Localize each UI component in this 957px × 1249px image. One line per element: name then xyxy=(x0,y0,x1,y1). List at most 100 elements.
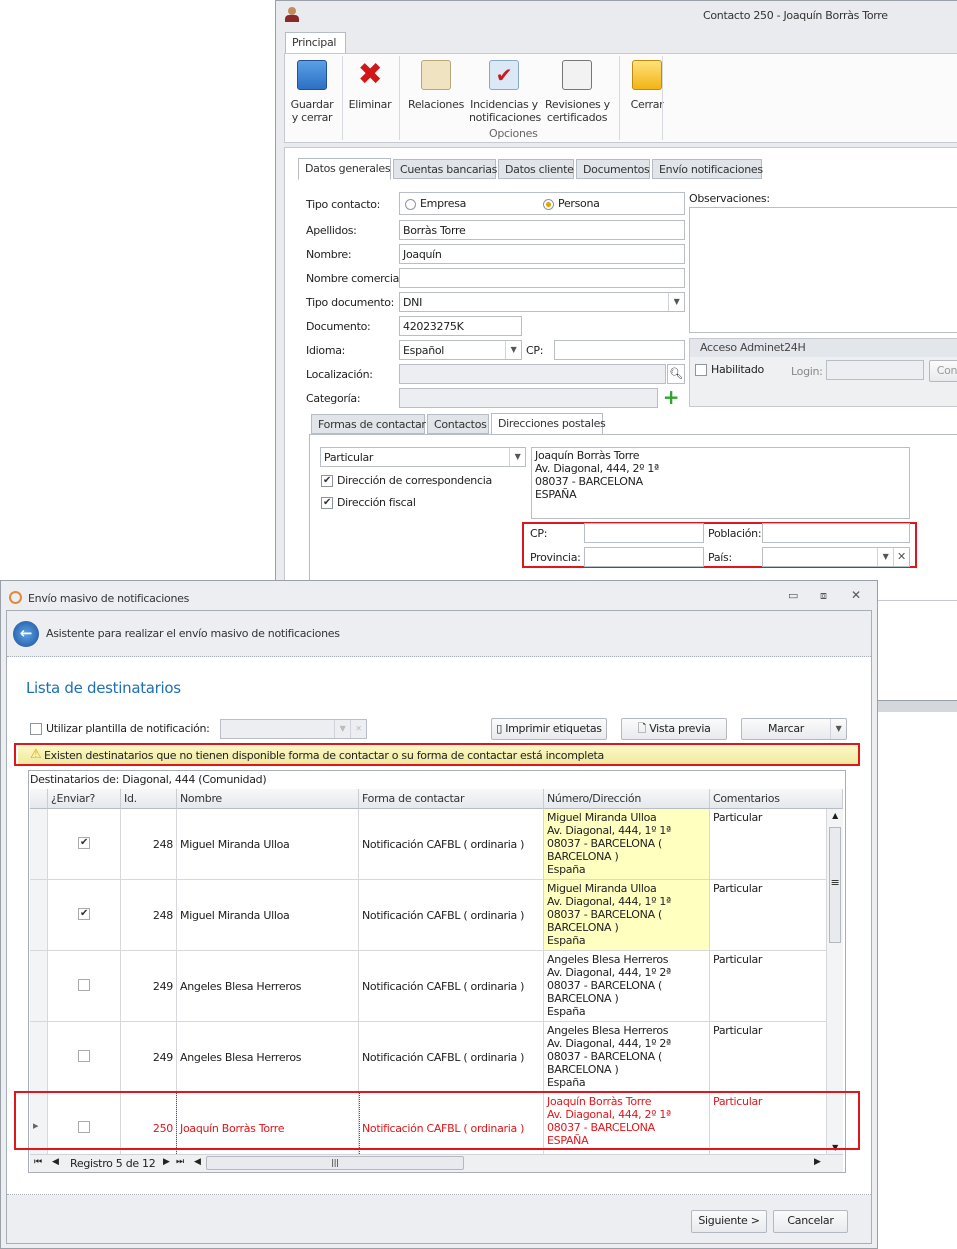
cont-button[interactable]: Cont xyxy=(929,360,957,382)
cancel-button[interactable]: Cancelar xyxy=(773,1210,848,1233)
first-record-button[interactable]: ⏮ xyxy=(34,1157,42,1167)
scroll-right-icon[interactable]: ▶ xyxy=(814,1157,821,1167)
comment-cell: Particular xyxy=(710,880,827,950)
table-row[interactable]: ✔ 248 Miguel Miranda Ulloa Notificación CAF… xyxy=(30,809,827,880)
dir-cp-input[interactable] xyxy=(584,523,704,543)
nombre-comercial-input[interactable] xyxy=(399,268,685,288)
subtab-contactos[interactable]: Contactos xyxy=(427,414,489,434)
table-row[interactable]: 249 Angeles Blesa Herreros Notificación CA… xyxy=(30,1022,827,1093)
categoria-input[interactable] xyxy=(399,388,658,408)
chevron-down-icon[interactable]: ▼ xyxy=(668,293,684,311)
send-checkbox[interactable] xyxy=(78,979,90,991)
print-labels-button[interactable]: ▯ Imprimir etiquetas xyxy=(491,718,607,740)
contact-method-cell: Notificación CAFBL ( ordinaria ) xyxy=(359,1022,544,1092)
tab-documentos[interactable]: Documentos xyxy=(576,159,650,179)
table-row[interactable]: 249 Angeles Blesa Herreros Notificación CA… xyxy=(30,951,827,1022)
id-card-icon xyxy=(421,60,451,90)
login-input[interactable] xyxy=(826,360,924,380)
clear-x-icon[interactable]: ✕ xyxy=(893,548,909,566)
prev-record-button[interactable]: ◀ xyxy=(52,1157,59,1167)
fiscal-checkbox[interactable]: ✔ Dirección fiscal xyxy=(321,496,416,509)
send-checkbox[interactable]: ✔ xyxy=(78,837,90,849)
radio-empresa[interactable]: Empresa xyxy=(405,197,466,210)
observaciones-textarea[interactable] xyxy=(689,207,957,333)
tab-datos-generales[interactable]: Datos generales xyxy=(298,158,391,180)
nombre-input[interactable]: Joaquín xyxy=(399,244,685,264)
poblacion-label: Población: xyxy=(708,527,762,540)
preview-button[interactable]: 🗋 Vista previa xyxy=(621,718,727,740)
idioma-select[interactable]: Español ▼ xyxy=(399,340,522,360)
minimize-button[interactable]: ▭ xyxy=(788,589,798,602)
tab-cuentas-bancarias[interactable]: Cuentas bancarias xyxy=(393,159,497,179)
habilitado-checkbox[interactable]: Habilitado xyxy=(695,363,764,376)
highlight-box-warning xyxy=(14,743,860,766)
name-cell: Angeles Blesa Herreros xyxy=(177,951,359,1021)
tab-datos-cliente[interactable]: Datos cliente xyxy=(498,159,574,179)
tipo-contacto-label: Tipo contacto: xyxy=(306,198,381,211)
send-checkbox-cell[interactable] xyxy=(48,951,121,1021)
chevron-down-icon[interactable]: ▼ xyxy=(505,341,521,359)
table-row[interactable]: ✔ 248 Miguel Miranda Ulloa Notificación CAF… xyxy=(30,880,827,951)
broadcast-icon xyxy=(9,591,22,604)
delete-button[interactable]: ✖ Eliminar xyxy=(348,57,392,112)
comment-cell: Particular xyxy=(710,951,827,1021)
name-cell: Angeles Blesa Herreros xyxy=(177,1022,359,1092)
radio-persona[interactable]: Persona xyxy=(543,197,600,210)
next-button[interactable]: Siguiente > xyxy=(691,1210,767,1233)
scroll-up-icon[interactable]: ▲ xyxy=(827,811,843,820)
template-select[interactable]: ▼ ✕ xyxy=(220,719,367,739)
mark-split-button[interactable]: Marcar ▼ xyxy=(741,718,847,740)
red-x-icon: ✖ xyxy=(357,57,383,92)
next-record-button[interactable]: ▶ xyxy=(163,1157,170,1167)
provincia-input[interactable] xyxy=(584,547,704,567)
poblacion-input[interactable] xyxy=(762,523,910,543)
column-header-forma[interactable]: Forma de contactar xyxy=(359,789,544,809)
pais-select[interactable]: ▼ ✕ xyxy=(762,547,910,567)
envelope-check-icon: ✔ xyxy=(489,60,519,90)
send-checkbox-cell[interactable]: ✔ xyxy=(48,809,121,879)
column-header-id[interactable]: Id. xyxy=(121,789,177,809)
save-close-button[interactable]: Guardar y cerrar xyxy=(289,60,335,124)
chevron-down-icon[interactable]: ▼ xyxy=(830,719,846,739)
chevron-down-icon[interactable]: ▼ xyxy=(877,548,893,566)
localizacion-input[interactable] xyxy=(399,364,666,384)
maximize-button[interactable]: ⧈ xyxy=(820,589,827,603)
column-header-comentarios[interactable]: Comentarios xyxy=(710,789,843,809)
relations-button[interactable]: Relaciones xyxy=(407,60,465,111)
send-checkbox[interactable] xyxy=(78,1050,90,1062)
search-icon[interactable]: 🔍︎ xyxy=(667,364,685,384)
apellidos-input[interactable]: Borràs Torre xyxy=(399,220,685,240)
last-record-button[interactable]: ⏭ xyxy=(176,1157,184,1167)
chevron-down-icon[interactable]: ▼ xyxy=(509,448,525,466)
column-header-nombre[interactable]: Nombre xyxy=(177,789,359,809)
send-checkbox[interactable]: ✔ xyxy=(78,908,90,920)
scroll-thumb[interactable]: ≡ xyxy=(829,827,841,943)
horizontal-scroll-thumb[interactable]: ||| xyxy=(206,1156,464,1170)
contact-method-cell: Notificación CAFBL ( ordinaria ) xyxy=(359,880,544,950)
incidents-notifications-button[interactable]: ✔ Incidencias y notificaciones xyxy=(469,60,541,124)
close-dialog-button[interactable]: ✕ xyxy=(851,588,861,602)
row-indicator-header xyxy=(30,789,48,809)
send-checkbox-cell[interactable]: ✔ xyxy=(48,880,121,950)
template-checkbox[interactable]: Utilizar plantilla de notificación: xyxy=(30,722,210,735)
add-plus-icon[interactable]: + xyxy=(660,387,682,408)
subtab-direcciones-postales[interactable]: Direcciones postales xyxy=(491,413,606,435)
tab-envio-notificaciones[interactable]: Envío notificaciones xyxy=(652,159,763,179)
column-header-enviar[interactable]: ¿Enviar? xyxy=(48,789,121,809)
tipo-documento-select[interactable]: DNI ▼ xyxy=(399,292,685,312)
grid-footer-nav: ⏮ ◀ Registro 5 de 12 ▶ ⏭ ◀ ||| ▶ xyxy=(30,1154,843,1172)
address-textarea[interactable]: Joaquín Borràs Torre Av. Diagonal, 444, … xyxy=(531,447,910,519)
clear-x-icon[interactable]: ✕ xyxy=(350,720,366,738)
direccion-tipo-select[interactable]: Particular ▼ xyxy=(320,447,526,467)
chevron-down-icon[interactable]: ▼ xyxy=(334,720,350,738)
scroll-left-icon[interactable]: ◀ xyxy=(194,1157,201,1167)
column-header-direccion[interactable]: Número/Dirección xyxy=(544,789,710,809)
back-arrow-icon[interactable]: ← xyxy=(13,621,39,647)
subtab-formas-contactar[interactable]: Formas de contactar xyxy=(311,414,426,434)
send-checkbox-cell[interactable] xyxy=(48,1022,121,1092)
revisions-certificates-button[interactable]: Revisiones y certificados xyxy=(545,60,610,124)
correspondencia-checkbox[interactable]: ✔ Dirección de correspondencia xyxy=(321,474,492,487)
ribbon-tab-principal[interactable]: Principal xyxy=(285,32,346,54)
documento-input[interactable]: 42023275K xyxy=(399,316,522,336)
cp-input[interactable] xyxy=(554,340,685,360)
